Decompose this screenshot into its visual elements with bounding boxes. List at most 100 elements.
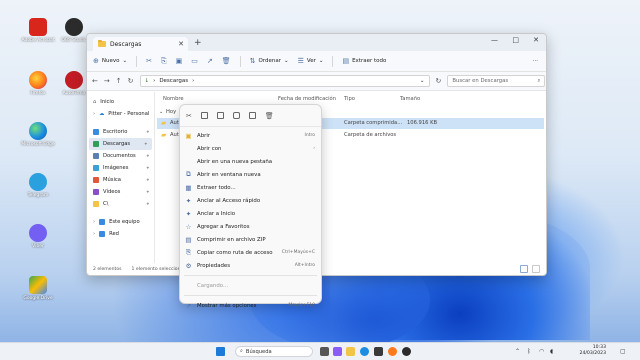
nav-item-red[interactable]: › Red [87, 228, 154, 240]
maximize-button[interactable]: □ [512, 36, 519, 44]
expand-chevron-icon[interactable]: › [93, 111, 95, 117]
details-view-button[interactable] [520, 265, 528, 273]
desktop-icon-edge[interactable]: Microsoft Edge [18, 122, 58, 147]
desktop: Adobe Acrobat OBS Studio Firefox AutoFir… [0, 0, 640, 342]
scissors-icon[interactable]: ✂ [186, 112, 192, 120]
view-button[interactable]: ☰ Ver ⌄ [298, 57, 324, 65]
refresh-icon[interactable]: ↻ [436, 77, 442, 85]
item-count: 2 elementos [93, 266, 122, 272]
obs-icon[interactable] [402, 347, 411, 356]
menu-item-mas-opciones[interactable]: ↗ Mostrar más opciones Mayús+F10 [180, 299, 321, 312]
expand-chevron-icon[interactable]: › [93, 231, 95, 237]
nav-item-documentos[interactable]: Documentos ⌖ [87, 150, 154, 162]
search-input[interactable]: Buscar en Descargas ⌕ [447, 75, 546, 87]
menu-item-agregar-favoritos[interactable]: ☆ Agregar a Favoritos [180, 220, 321, 233]
telegram-icon [29, 173, 47, 191]
breadcrumb-descargas[interactable]: Descargas [159, 78, 188, 84]
more-options-button[interactable]: ··· [533, 58, 538, 64]
nav-item-musica[interactable]: Música ⌖ [87, 174, 154, 186]
extract-icon: ▦ [185, 183, 192, 192]
music-folder-icon [93, 177, 99, 183]
menu-item-abrir[interactable]: ▣ Abrir Intro [180, 129, 321, 142]
pin-icon: ⌖ [146, 130, 149, 135]
menu-item-cargando: Cargando... [197, 282, 229, 289]
delete-button[interactable]: 🗑 [222, 57, 231, 65]
expand-chevron-icon[interactable]: › [93, 219, 95, 225]
share-icon[interactable] [248, 112, 256, 119]
teams-icon[interactable] [333, 347, 342, 356]
column-header-size[interactable]: Tamaño [400, 96, 420, 102]
nav-item-escritorio[interactable]: Escritorio ⌖ [87, 126, 154, 138]
column-header-date[interactable]: Fecha de modificación [278, 96, 336, 102]
sort-button[interactable]: ⇅ Ordenar ⌄ [250, 57, 289, 65]
desktop-icon-firefox[interactable]: Firefox [18, 71, 58, 96]
chevron-up-icon[interactable]: ⌃ [515, 348, 520, 355]
clock[interactable]: 10:33 24/03/2023 [580, 345, 606, 357]
copy-icon[interactable] [200, 112, 208, 119]
notifications-icon[interactable]: ▢ [620, 348, 626, 355]
minimize-button[interactable]: — [491, 36, 498, 44]
back-arrow-icon[interactable]: ← [92, 77, 98, 85]
volume-icon[interactable]: ◖ [550, 348, 553, 355]
cut-button[interactable]: ✂ [146, 57, 152, 65]
menu-item-anclar-inicio[interactable]: ✦ Anclar a Inicio [180, 207, 321, 220]
zip-icon: ▤ [185, 235, 192, 244]
menu-item-extraer-todo[interactable]: ▦ Extraer todo... [180, 181, 321, 194]
nav-item-descargas[interactable]: Descargas ⌖ [89, 138, 152, 150]
nav-item-onedrive[interactable]: › ☁ Pitter - Personal [87, 108, 154, 120]
column-header-type[interactable]: Tipo [344, 96, 355, 102]
menu-item-ventana-nueva[interactable]: ⧉ Abrir en ventana nueva [180, 168, 321, 181]
tab-descargas[interactable]: Descargas ✕ [93, 37, 188, 51]
copy-button[interactable]: ⎘ [161, 57, 167, 66]
desktop-icon-google-drive[interactable]: Google Drive [18, 276, 58, 301]
rename-button[interactable]: ▭ [191, 57, 198, 65]
up-arrow-icon[interactable]: ↑ [116, 77, 122, 85]
refresh-icon[interactable]: ↻ [128, 77, 134, 85]
nav-item-videos[interactable]: Vídeos ⌖ [87, 186, 154, 198]
menu-item-nueva-pestana[interactable]: Abrir en una nueva pestaña [180, 155, 321, 168]
nav-item-este-equipo[interactable]: › Este equipo [87, 216, 154, 228]
tab-close-icon[interactable]: ✕ [178, 40, 184, 48]
new-button[interactable]: ⊕ Nuevo ⌄ [93, 57, 127, 65]
menu-item-anclar-acceso-rapido[interactable]: ✦ Anclar al Acceso rápido [180, 194, 321, 207]
paste-button[interactable]: ▣ [176, 57, 183, 65]
file-explorer-icon[interactable] [346, 347, 355, 356]
pin-icon: ⌖ [144, 142, 147, 147]
address-bar[interactable]: ↓ › Descargas › ⌄ [139, 75, 430, 87]
desktop-icon-viber[interactable]: Viber [18, 224, 58, 249]
context-quick-actions: ✂ 🗑 [180, 105, 321, 127]
desktop-icon-telegram[interactable]: Telegram [18, 173, 58, 198]
command-bar: ⊕ Nuevo ⌄ ✂ ⎘ ▣ ▭ ↗ 🗑 ⇅ Ordenar ⌄ ☰ Ver … [87, 51, 546, 72]
bluetooth-icon[interactable]: ᛒ [527, 348, 531, 355]
taskbar-search[interactable]: ⌕ Búsqueda [235, 346, 313, 357]
new-tab-button[interactable]: + [194, 38, 202, 48]
share-button[interactable]: ↗ [207, 57, 213, 65]
trash-icon[interactable]: 🗑 [265, 112, 274, 120]
chevron-down-icon: ⌄ [283, 58, 289, 64]
nav-item-c[interactable]: C\ ⌖ [87, 198, 154, 210]
chevron-down-icon[interactable]: ⌄ [420, 78, 425, 84]
menu-item-copiar-ruta[interactable]: ⎘ Copiar como ruta de acceso Ctrl+Mayús+… [180, 246, 321, 259]
store-icon[interactable] [374, 347, 383, 356]
edge-icon[interactable] [360, 347, 369, 356]
paste-icon: ▣ [175, 57, 183, 65]
task-view-icon[interactable] [320, 347, 329, 356]
menu-item-propiedades[interactable]: ⚙ Propiedades Alt+Intro [180, 259, 321, 272]
extract-icon: ▤ [342, 57, 350, 65]
firefox-icon[interactable] [388, 347, 397, 356]
start-windows-icon[interactable] [216, 347, 225, 356]
menu-item-comprimir-zip[interactable]: ▤ Comprimir en archivo ZIP [180, 233, 321, 246]
forward-arrow-icon[interactable]: → [104, 77, 110, 85]
column-header-name[interactable]: Nombre [163, 96, 184, 102]
menu-item-abrir-con[interactable]: Abrir con › [180, 142, 321, 155]
desktop-icon-acrobat[interactable]: Adobe Acrobat [18, 18, 58, 43]
rename-icon[interactable] [232, 112, 240, 119]
paste-icon[interactable] [216, 112, 224, 119]
extract-all-button[interactable]: ▤ Extraer todo [342, 57, 386, 65]
close-button[interactable]: ✕ [533, 36, 539, 44]
cloud-icon: ☁ [99, 111, 105, 117]
nav-item-imagenes[interactable]: Imágenes ⌖ [87, 162, 154, 174]
wifi-icon[interactable]: ◠ [539, 348, 544, 355]
tiles-view-button[interactable] [532, 265, 540, 273]
nav-item-inicio[interactable]: ⌂ Inicio [87, 96, 154, 108]
